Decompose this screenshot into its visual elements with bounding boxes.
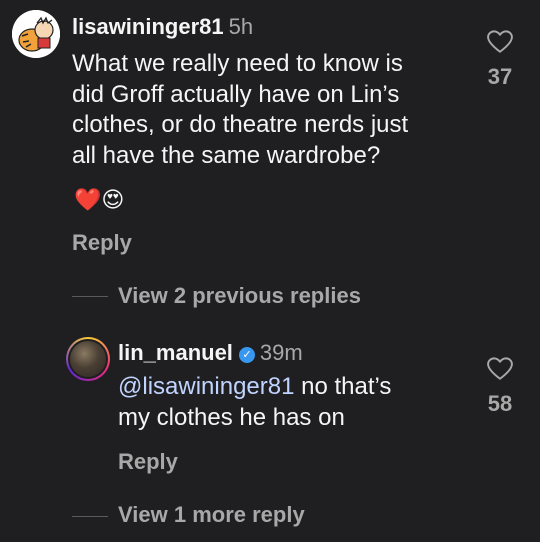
comment-emoji-reactions: ❤️😍 xyxy=(74,187,125,212)
like-column: 37 xyxy=(478,30,522,90)
comment-text-line: all have the same wardrobe? xyxy=(72,141,381,169)
view-replies-divider xyxy=(72,516,108,517)
reply-text-segment: no that’s xyxy=(294,373,392,400)
reply-button[interactable]: Reply xyxy=(72,230,132,256)
comment-header: lisawininger81 5h xyxy=(72,13,253,41)
view-more-replies-button[interactable]: View 1 more reply xyxy=(118,502,305,528)
verified-badge-icon: ✓ xyxy=(238,347,255,363)
reply-text-line: my clothes he has on xyxy=(118,403,345,431)
like-count: 37 xyxy=(487,64,513,89)
reply-text: @lisawininger81 no that’s my clothes he … xyxy=(118,372,458,433)
comment-text: What we really need to know is did Groff… xyxy=(72,49,472,171)
comment-timestamp: 5h xyxy=(228,14,254,39)
avatar-lin-manuel[interactable] xyxy=(66,337,110,381)
reply-button[interactable]: Reply xyxy=(118,449,178,475)
comment-username[interactable]: lisawininger81 xyxy=(72,14,224,39)
reply-text-line: @lisawininger81 no that’s xyxy=(118,372,458,403)
view-replies-divider xyxy=(72,296,108,297)
mention-link[interactable]: @lisawininger81 xyxy=(118,373,294,400)
reply-username[interactable]: lin_manuel xyxy=(118,340,233,365)
avatar-illustration xyxy=(12,10,60,58)
avatar-lisawininger81[interactable] xyxy=(12,10,60,58)
comment-text-line: did Groff actually have on Lin’s xyxy=(72,80,400,108)
reply-header: lin_manuel ✓ 39m xyxy=(118,339,303,367)
heart-outline-icon[interactable] xyxy=(487,357,513,381)
reply-timestamp: 39m xyxy=(259,340,303,365)
comment-text-line: What we really need to know is xyxy=(72,50,403,77)
avatar-photo xyxy=(70,341,106,377)
view-previous-replies-button[interactable]: View 2 previous replies xyxy=(118,283,361,309)
like-count: 58 xyxy=(487,391,513,416)
story-ring xyxy=(68,339,108,379)
like-column: 58 xyxy=(478,357,522,417)
heart-outline-icon[interactable] xyxy=(487,30,513,54)
comment-text-line: clothes, or do theatre nerds just xyxy=(72,111,409,138)
